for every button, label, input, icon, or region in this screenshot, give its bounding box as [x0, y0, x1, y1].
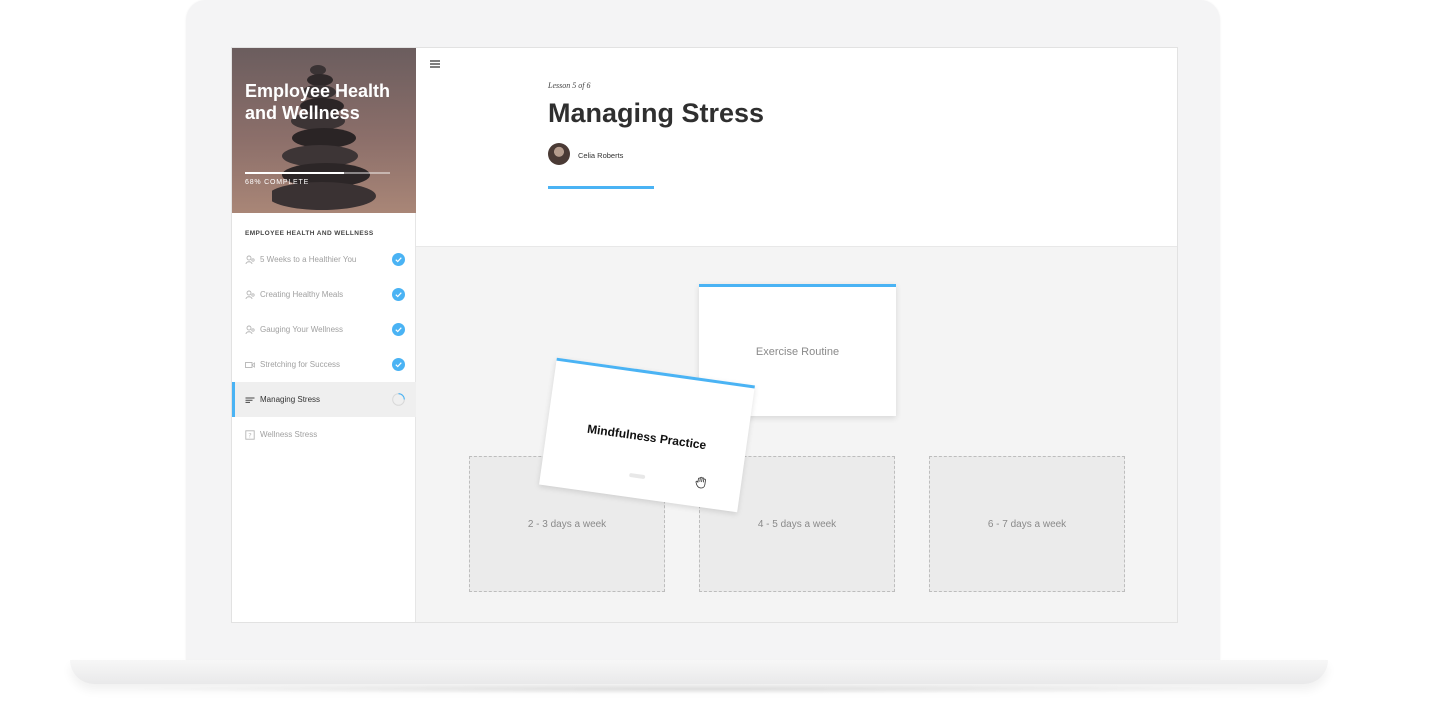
video-icon [245, 360, 255, 370]
sidebar-item-label: Gauging Your Wellness [260, 325, 344, 334]
app-window: Employee Health and Wellness 68% COMPLET… [231, 47, 1178, 623]
check-complete-icon [392, 358, 405, 371]
in-progress-icon [392, 393, 405, 406]
sidebar-item-gauging-wellness[interactable]: Gauging Your Wellness [232, 312, 416, 347]
sidebar-item-label: 5 Weeks to a Healthier You [260, 255, 357, 264]
sidebar-item-wellness-stress[interactable]: ? Wellness Stress [232, 417, 416, 452]
card-label: Mindfulness Practice [586, 421, 708, 452]
sorting-activity: 2 - 3 days a week 4 - 5 days a week 6 - … [416, 247, 1177, 622]
grab-hand-icon [695, 476, 706, 489]
drop-zone-6-7-days[interactable]: 6 - 7 days a week [929, 456, 1125, 592]
hamburger-menu-icon[interactable] [430, 60, 440, 68]
sidebar-item-label: Wellness Stress [260, 430, 318, 439]
text-lines-icon [245, 395, 255, 405]
lesson-counter: Lesson 5 of 6 [548, 81, 591, 90]
title-accent-bar [548, 186, 654, 189]
course-title: Employee Health and Wellness [245, 81, 391, 123]
people-icon [245, 255, 255, 265]
lesson-nav: 5 Weeks to a Healthier You Creating Heal… [232, 242, 416, 452]
lesson-header: Lesson 5 of 6 Managing Stress Celia Robe… [416, 48, 1177, 247]
course-progress-fill [245, 172, 344, 174]
laptop-base [70, 660, 1328, 684]
check-complete-icon [392, 323, 405, 336]
laptop-shadow [120, 684, 1280, 694]
course-progress-label: 68% COMPLETE [245, 179, 310, 186]
author-avatar [548, 143, 570, 165]
sort-card-mindfulness-practice[interactable]: Mindfulness Practice [539, 357, 755, 513]
card-label: Exercise Routine [755, 345, 840, 358]
sidebar-item-label: Stretching for Success [260, 360, 341, 369]
card-drag-handle[interactable] [628, 472, 646, 480]
author-name: Celia Roberts [578, 151, 624, 160]
people-icon [245, 290, 255, 300]
course-sidebar: Employee Health and Wellness 68% COMPLET… [232, 48, 416, 622]
course-hero: Employee Health and Wellness 68% COMPLET… [232, 48, 416, 213]
sidebar-item-label: Managing Stress [260, 395, 321, 404]
lesson-title: Managing Stress [548, 98, 765, 128]
sidebar-item-managing-stress[interactable]: Managing Stress [232, 382, 416, 417]
check-complete-icon [392, 253, 405, 266]
sidebar-item-5-weeks[interactable]: 5 Weeks to a Healthier You [232, 242, 416, 277]
quiz-icon: ? [245, 429, 255, 440]
sidebar-item-healthy-meals[interactable]: Creating Healthy Meals [232, 277, 416, 312]
course-progress-bar [245, 172, 390, 174]
people-icon [245, 325, 255, 335]
sidebar-item-label: Creating Healthy Meals [260, 290, 344, 299]
svg-text:?: ? [248, 431, 251, 439]
lesson-main: Lesson 5 of 6 Managing Stress Celia Robe… [416, 48, 1177, 622]
sidebar-item-stretching[interactable]: Stretching for Success [232, 347, 416, 382]
section-heading: EMPLOYEE HEALTH AND WELLNESS [245, 230, 374, 237]
check-complete-icon [392, 288, 405, 301]
